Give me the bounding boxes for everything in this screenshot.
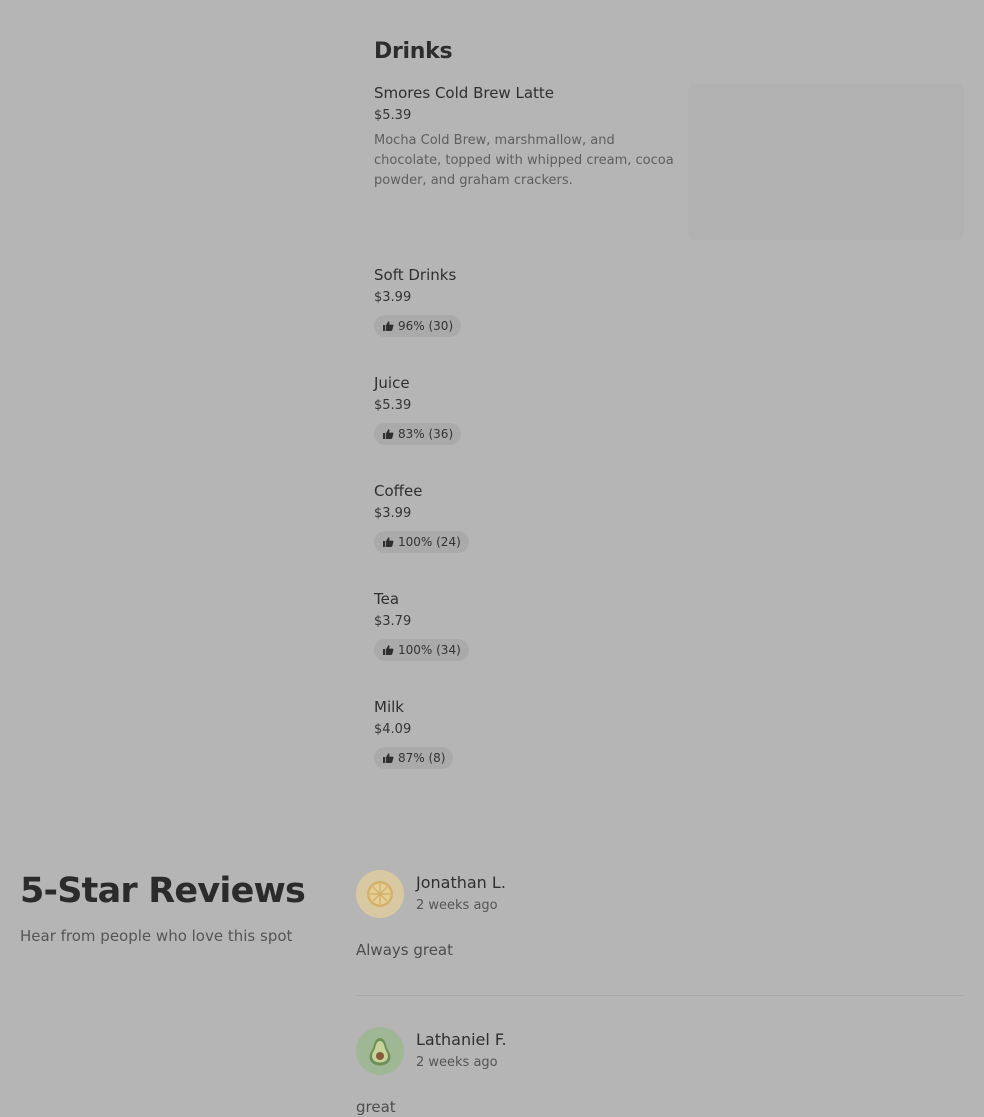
lemon-slice-icon	[367, 881, 393, 907]
thumbs-up-icon	[383, 537, 394, 547]
reviews-title: 5-Star Reviews	[20, 871, 306, 911]
rating-badge: 96% (30)	[374, 315, 462, 337]
rating-badge: 83% (36)	[374, 423, 462, 445]
reviews-header: 5-Star Reviews Hear from people who love…	[20, 868, 340, 946]
menu-item-milk[interactable]: Milk $4.09 87% (8)	[374, 698, 964, 769]
rating-badge: 100% (24)	[374, 531, 469, 553]
review-text: great	[356, 1098, 396, 1116]
avatar	[356, 1027, 404, 1075]
menu-item-smores-cold-brew-latte[interactable]: Smores Cold Brew Latte $5.39 Mocha Cold …	[374, 84, 964, 240]
drinks-section: Drinks Smores Cold Brew Latte $5.39 Moch…	[374, 36, 964, 769]
thumbs-up-icon	[383, 429, 394, 439]
item-name: Tea	[374, 590, 400, 608]
divider	[356, 995, 964, 996]
section-title: Drinks	[374, 39, 453, 64]
rating-badge: 100% (34)	[374, 639, 469, 661]
menu-item-juice[interactable]: Juice $5.39 83% (36)	[374, 374, 964, 445]
thumbs-up-icon	[383, 753, 394, 763]
item-image[interactable]	[688, 84, 964, 240]
review-text: Always great	[356, 941, 454, 959]
menu-item-coffee[interactable]: Coffee $3.99 100% (24)	[374, 482, 964, 553]
item-name: Juice	[374, 374, 410, 392]
thumbs-up-icon	[383, 321, 394, 331]
item-name: Soft Drinks	[374, 266, 457, 284]
menu-item-tea[interactable]: Tea $3.79 100% (34)	[374, 590, 964, 661]
rating-text: 100% (24)	[398, 535, 461, 549]
review-time: 2 weeks ago	[416, 1055, 498, 1070]
review-time: 2 weeks ago	[416, 898, 498, 913]
thumbs-up-icon	[383, 645, 394, 655]
item-name: Coffee	[374, 482, 423, 500]
menu-item-soft-drinks[interactable]: Soft Drinks $3.99 96% (30)	[374, 266, 964, 337]
rating-text: 96% (30)	[398, 319, 454, 333]
item-price: $3.99	[374, 290, 412, 305]
rating-text: 87% (8)	[398, 751, 446, 765]
reviewer-name: Jonathan L.	[416, 873, 506, 892]
item-name: Milk	[374, 698, 404, 716]
reviews-subtitle: Hear from people who love this spot	[20, 927, 293, 945]
rating-badge: 87% (8)	[374, 747, 454, 769]
reviewer-name: Lathaniel F.	[416, 1030, 507, 1049]
item-description: Mocha Cold Brew, marshmallow, and chocol…	[374, 133, 674, 188]
rating-text: 83% (36)	[398, 427, 454, 441]
item-price: $3.99	[374, 506, 412, 521]
avocado-icon	[369, 1038, 391, 1066]
rating-text: 100% (34)	[398, 643, 461, 657]
avatar	[356, 870, 404, 918]
item-price: $4.09	[374, 722, 412, 737]
item-price: $3.79	[374, 614, 412, 629]
item-price: $5.39	[374, 398, 412, 413]
